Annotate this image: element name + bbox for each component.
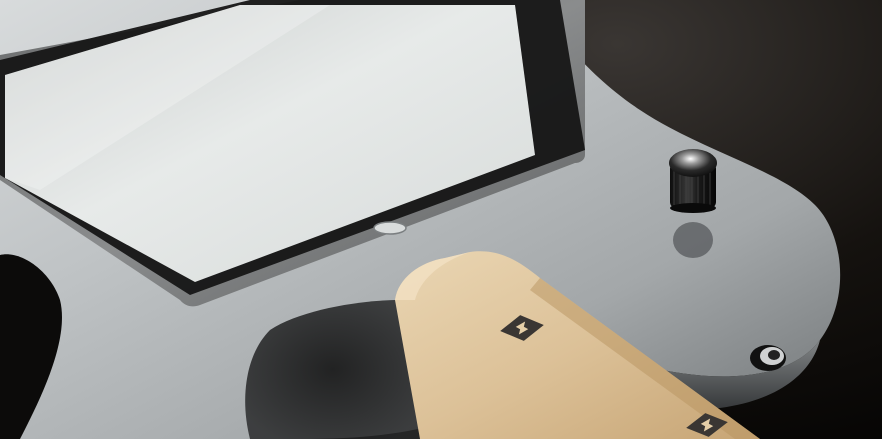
home-button[interactable] xyxy=(373,221,407,235)
guitar-illustration xyxy=(0,0,841,439)
control-knob[interactable] xyxy=(669,149,717,213)
output-jack xyxy=(750,345,786,371)
knob-shadow xyxy=(673,222,713,258)
photo-scene xyxy=(0,0,882,439)
